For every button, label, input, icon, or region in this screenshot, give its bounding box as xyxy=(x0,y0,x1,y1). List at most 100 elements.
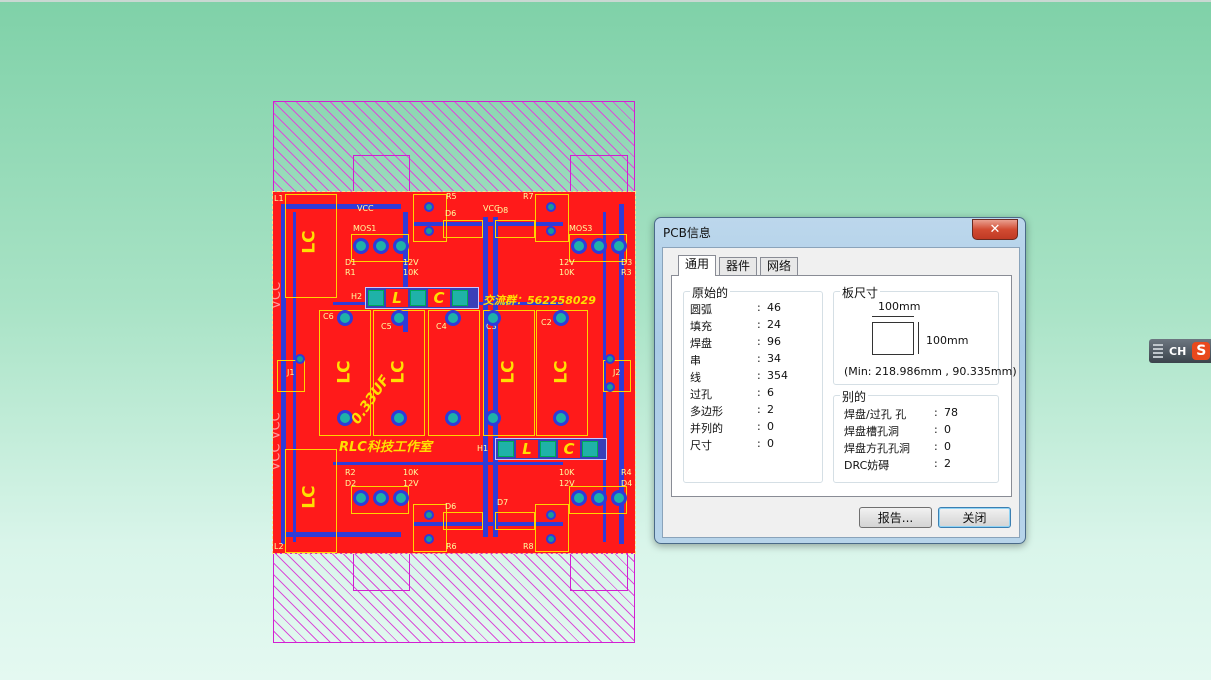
pad xyxy=(605,354,615,364)
label-d1: D1 xyxy=(345,258,357,267)
label-d4: D4 xyxy=(621,479,633,488)
cutout xyxy=(353,553,410,591)
pcb-info-dialog[interactable]: PCB信息 ✕ 通用 器件 网络 原始的 圆弧:46 填充:24 焊盘:96 串… xyxy=(654,217,1026,544)
vcc-label: VCC VCC xyxy=(273,412,284,471)
top-edge xyxy=(0,0,1211,2)
group-title: 板尺寸 xyxy=(840,284,881,301)
label-h1: H1 xyxy=(477,444,489,453)
pad xyxy=(391,410,407,426)
width-arrow xyxy=(872,316,914,317)
pad xyxy=(546,510,556,520)
label-10k: 10K xyxy=(403,268,419,277)
close-icon[interactable]: ✕ xyxy=(972,219,1018,240)
report-button[interactable]: 报告... xyxy=(859,507,932,528)
label-l: L xyxy=(386,289,408,307)
pad xyxy=(424,202,434,212)
label-d7: D7 xyxy=(497,498,509,507)
d8 xyxy=(495,220,535,238)
label-d6: D6 xyxy=(445,209,457,218)
close-button[interactable]: 关闭 xyxy=(938,507,1011,528)
board-min: (Min: 218.986mm , 90.335mm) xyxy=(844,365,1017,378)
label-l2: L2 xyxy=(274,542,284,551)
pad xyxy=(546,226,556,236)
grip-icon[interactable] xyxy=(1153,344,1163,358)
label-j2: J2 xyxy=(613,368,621,377)
label-r1: R1 xyxy=(345,268,356,277)
label-r2: R2 xyxy=(345,468,356,477)
label-r7: R7 xyxy=(523,192,534,201)
pad xyxy=(485,410,501,426)
pad xyxy=(445,410,461,426)
label-12v: 12V xyxy=(403,258,419,267)
board-height: 100mm xyxy=(926,334,969,347)
pad xyxy=(445,310,461,326)
lc-bar-h1: L C xyxy=(495,438,607,460)
label-c6: C6 xyxy=(323,312,334,321)
label-d2: D2 xyxy=(345,479,357,488)
label-c: C xyxy=(558,440,580,458)
label-r8: R8 xyxy=(523,542,534,551)
pad xyxy=(424,226,434,236)
label-c4: C4 xyxy=(436,322,447,331)
pcb-view[interactable]: LC LC L1 L2 LC LC LC LC C5 C4 C3 C2 C6 M… xyxy=(272,101,636,643)
sogou-logo-icon[interactable]: S xyxy=(1192,342,1211,360)
pad xyxy=(553,410,569,426)
pad xyxy=(393,490,409,506)
label-lc: LC xyxy=(551,360,572,384)
cutout xyxy=(570,553,628,591)
label-10k: 10K xyxy=(403,468,419,477)
tab-panel-general: 原始的 圆弧:46 填充:24 焊盘:96 串:34 线:354 过孔:6 多边… xyxy=(671,275,1017,497)
pad xyxy=(424,534,434,544)
label-c5: C5 xyxy=(381,322,392,331)
pad xyxy=(571,490,587,506)
cutout xyxy=(570,155,628,193)
ime-lang[interactable]: CH xyxy=(1169,345,1186,358)
pad xyxy=(391,310,407,326)
label-10k: 10K xyxy=(559,468,575,477)
ime-toolbar[interactable]: CH S xyxy=(1149,339,1211,363)
pad xyxy=(605,382,615,392)
group-original: 原始的 圆弧:46 填充:24 焊盘:96 串:34 线:354 过孔:6 多边… xyxy=(683,284,823,483)
label-12v: 12V xyxy=(403,479,419,488)
group-board-size: 板尺寸 100mm 100mm (Min: 218.986mm , 90.335… xyxy=(833,284,1017,385)
d7 xyxy=(495,512,535,530)
group-other: 别的 焊盘/过孔 孔:78 焊盘槽孔洞:0 焊盘方孔孔洞:0 DRC妨碍:2 xyxy=(833,388,999,483)
pad xyxy=(337,310,353,326)
label-vcc: VCC xyxy=(483,204,500,213)
pad xyxy=(591,490,607,506)
label-vcc: VCC xyxy=(357,204,374,213)
height-arrow xyxy=(918,322,919,354)
label-h2: H2 xyxy=(351,292,363,301)
label-d6: D6 xyxy=(445,502,457,511)
label-mos1: MOS1 xyxy=(353,224,377,233)
pad xyxy=(485,310,501,326)
qq-group-text: 交流群：562258029 xyxy=(483,294,596,307)
pad xyxy=(611,238,627,254)
tab-nets[interactable]: 网络 xyxy=(760,257,799,275)
pad xyxy=(546,202,556,212)
label-l1: L1 xyxy=(274,194,284,203)
pcb-board[interactable]: LC LC L1 L2 LC LC LC LC C5 C4 C3 C2 C6 M… xyxy=(272,191,636,554)
dialog-title: PCB信息 xyxy=(663,226,711,240)
label-mos3: MOS3 xyxy=(569,224,593,233)
brand-text: RLC科技工作室 xyxy=(339,440,432,455)
board-width: 100mm xyxy=(878,300,921,313)
label-r3: R3 xyxy=(621,268,632,277)
label-lc: LC xyxy=(299,230,320,254)
label-lc: LC xyxy=(299,485,320,509)
label-r5: R5 xyxy=(446,192,457,201)
label-j1: J1 xyxy=(287,368,295,377)
tab-general[interactable]: 通用 xyxy=(678,255,717,276)
pad xyxy=(553,310,569,326)
label-c: C xyxy=(428,289,450,307)
group-title: 原始的 xyxy=(690,284,731,301)
label-12v: 12V xyxy=(559,479,575,488)
pad xyxy=(353,490,369,506)
label-l: L xyxy=(516,440,538,458)
label-10k: 10K xyxy=(559,268,575,277)
label-r4: R4 xyxy=(621,468,632,477)
cutout xyxy=(353,155,410,193)
tab-components[interactable]: 器件 xyxy=(719,257,758,275)
pad xyxy=(295,354,305,364)
pad xyxy=(393,238,409,254)
